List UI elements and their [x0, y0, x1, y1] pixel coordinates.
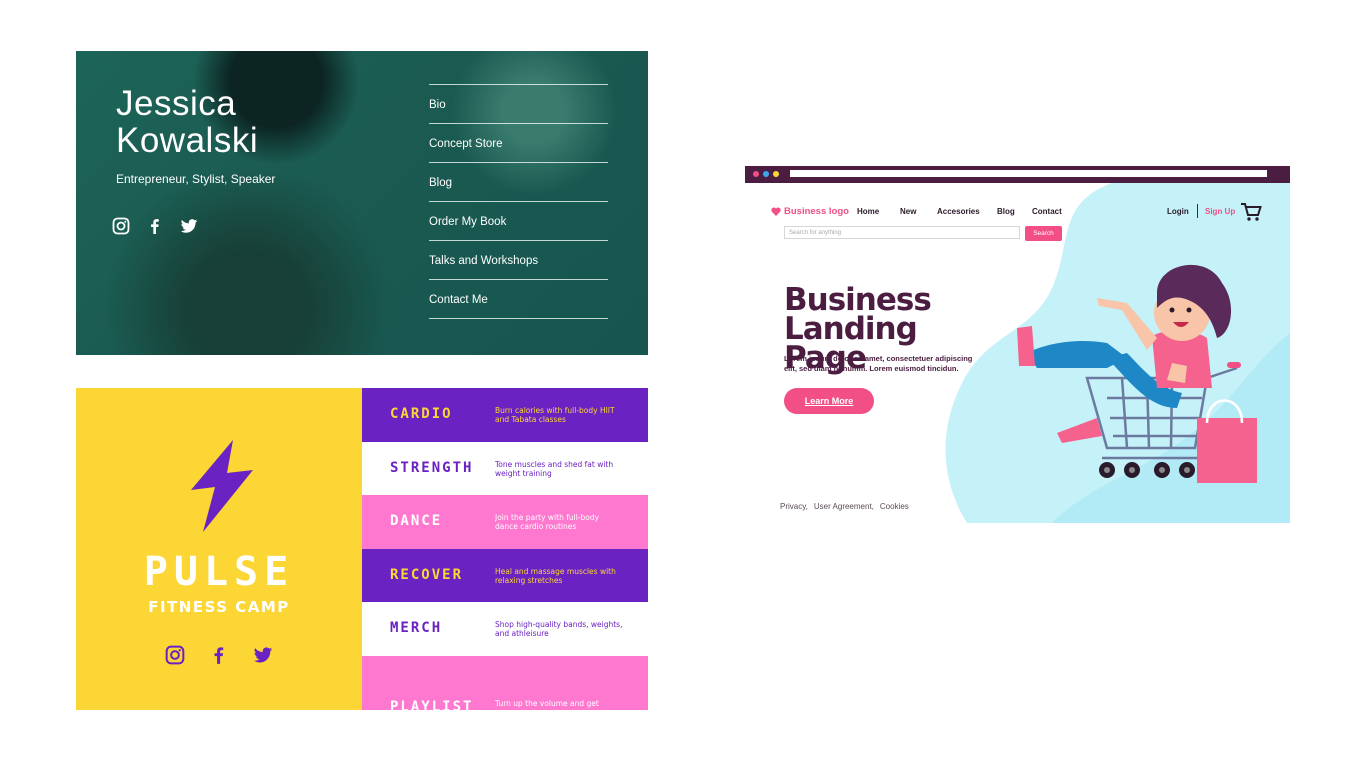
- pulse-row-title: RECOVER: [390, 567, 464, 583]
- pulse-row-strength[interactable]: STRENGTH Tone muscles and shed fat with …: [362, 442, 648, 496]
- hero-description: Lorem ipsum dolor sit amet, consectetuer…: [784, 354, 973, 373]
- footer-links: Privacy, User Agreement, Cookies: [780, 502, 909, 511]
- footer-privacy-link[interactable]: Privacy,: [780, 502, 808, 511]
- pulse-brand-panel: PULSE FITNESS CAMP: [76, 388, 362, 710]
- pulse-row-description: Burn calories with full-body HIIT and Ta…: [495, 406, 615, 424]
- pulse-row-title: CARDIO: [390, 406, 453, 422]
- footer-cookies-link[interactable]: Cookies: [880, 502, 909, 511]
- business-logo[interactable]: Business logo: [771, 206, 849, 217]
- jessica-card: Jessica Kowalski Entrepreneur, Stylist, …: [76, 51, 648, 355]
- nav-blog[interactable]: Blog: [997, 207, 1015, 216]
- facebook-icon[interactable]: [146, 217, 164, 237]
- cart-icon[interactable]: [1240, 202, 1262, 222]
- pulse-row-title: STRENGTH: [390, 460, 474, 476]
- login-link[interactable]: Login: [1167, 207, 1189, 216]
- window-minimize-dot[interactable]: [763, 171, 769, 177]
- twitter-icon[interactable]: [180, 217, 198, 237]
- header-divider: [1197, 204, 1198, 218]
- pulse-row-description: Join the party with full-body dance card…: [495, 513, 600, 531]
- pulse-row-description: Tone muscles and shed fat with weight tr…: [495, 460, 614, 478]
- menu-item-blog[interactable]: Blog: [429, 163, 608, 202]
- heart-icon: [771, 207, 781, 216]
- pulse-row-cardio[interactable]: CARDIO Burn calories with full-body HIIT…: [362, 388, 648, 442]
- jessica-menu: Bio Concept Store Blog Order My Book Tal…: [429, 84, 608, 319]
- jessica-name-line1: Jessica: [116, 84, 237, 123]
- menu-item-contact-me[interactable]: Contact Me: [429, 280, 608, 319]
- pulse-row-description: Shop high-quality bands, weights, and at…: [495, 620, 623, 638]
- menu-item-order-my-book[interactable]: Order My Book: [429, 202, 608, 241]
- instagram-icon[interactable]: [165, 645, 185, 667]
- window-maximize-dot[interactable]: [773, 171, 779, 177]
- pulse-tagline: FITNESS CAMP: [148, 598, 290, 616]
- footer-user-agreement-link[interactable]: User Agreement,: [814, 502, 874, 511]
- nav-home[interactable]: Home: [857, 207, 879, 216]
- pulse-row-title: DANCE: [390, 513, 443, 529]
- menu-item-concept-store[interactable]: Concept Store: [429, 124, 608, 163]
- search-input[interactable]: Search for anything: [784, 226, 1020, 239]
- business-landing-card: Business logo Home New Accesories Blog C…: [745, 166, 1290, 523]
- pulse-row-title: MERCH: [390, 620, 443, 636]
- shopping-cart-girl-illustration: [1017, 264, 1257, 483]
- instagram-icon[interactable]: [112, 217, 130, 237]
- menu-item-bio[interactable]: Bio: [429, 85, 608, 124]
- address-bar[interactable]: [790, 170, 1267, 177]
- menu-item-talks-and-workshops[interactable]: Talks and Workshops: [429, 241, 608, 280]
- pulse-social-links: [165, 645, 273, 667]
- nav-contact[interactable]: Contact: [1032, 207, 1062, 216]
- pulse-row-description: Turn up the volume and get: [495, 699, 599, 708]
- learn-more-button[interactable]: Learn More: [784, 388, 874, 414]
- lightning-bolt-icon: [183, 440, 255, 532]
- jessica-name: Jessica Kowalski: [116, 85, 376, 159]
- pulse-row-merch[interactable]: MERCH Shop high-quality bands, weights, …: [362, 602, 648, 656]
- pulse-row-playlist[interactable]: PLAYLIST Turn up the volume and get: [362, 656, 648, 710]
- browser-title-bar: [745, 166, 1290, 183]
- window-close-dot[interactable]: [753, 171, 759, 177]
- pulse-row-description: Heal and massage muscles with relaxing s…: [495, 567, 616, 585]
- jessica-social-links: [112, 217, 198, 237]
- facebook-icon[interactable]: [209, 645, 229, 667]
- pulse-row-recover[interactable]: RECOVER Heal and massage muscles with re…: [362, 549, 648, 603]
- jessica-name-line2: Kowalski: [116, 121, 259, 160]
- pulse-class-list: CARDIO Burn calories with full-body HIIT…: [362, 388, 648, 710]
- pulse-row-title: PLAYLIST: [390, 699, 474, 710]
- nav-new[interactable]: New: [900, 207, 916, 216]
- pulse-row-dance[interactable]: DANCE Join the party with full-body danc…: [362, 495, 648, 549]
- pulse-name: PULSE: [143, 549, 295, 595]
- signup-link[interactable]: Sign Up: [1205, 207, 1235, 216]
- jessica-subtitle: Entrepreneur, Stylist, Speaker: [116, 172, 276, 186]
- pulse-card: PULSE FITNESS CAMP CARDIO Burn calories …: [76, 388, 648, 710]
- nav-accesories[interactable]: Accesories: [937, 207, 980, 216]
- search-button[interactable]: Search: [1025, 226, 1062, 241]
- twitter-icon[interactable]: [253, 645, 273, 667]
- business-logo-text: Business logo: [784, 206, 849, 217]
